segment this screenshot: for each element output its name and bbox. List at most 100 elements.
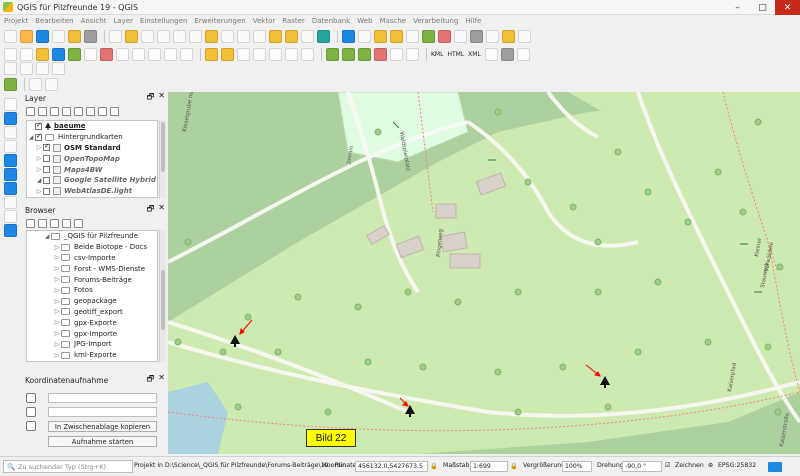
menu-hilfe[interactable]: Hilfe xyxy=(465,17,481,25)
minimize-button[interactable]: – xyxy=(725,0,750,15)
zoom-next-icon[interactable] xyxy=(253,29,266,43)
close-panel-icon[interactable]: ✕ xyxy=(158,203,165,217)
zoom-last-icon[interactable] xyxy=(237,29,250,43)
expand-arrow-icon[interactable]: ◢ xyxy=(27,134,35,141)
vertex-tool-icon[interactable] xyxy=(84,47,97,61)
plugin-j-icon[interactable] xyxy=(29,77,42,91)
browser-item[interactable]: ▷ geopackage xyxy=(53,296,157,307)
cut-features-icon[interactable] xyxy=(116,47,129,61)
zoom-native-icon[interactable] xyxy=(173,29,186,43)
menu-datenbank[interactable]: Datenbank xyxy=(312,17,350,25)
menu-raster[interactable]: Raster xyxy=(282,17,305,25)
add-wcs-icon[interactable] xyxy=(4,168,17,181)
label-tool-icon[interactable] xyxy=(205,47,218,61)
plugin-f-icon[interactable] xyxy=(406,47,419,61)
layer-row[interactable]: ▷ Maps4BW xyxy=(27,164,157,175)
collapse-all-icon[interactable] xyxy=(98,106,107,116)
export-icon[interactable] xyxy=(484,47,498,61)
add-raster-icon[interactable] xyxy=(20,61,33,75)
plugin-g-icon[interactable] xyxy=(500,47,514,61)
scale-lock-icon[interactable]: 🔒 xyxy=(430,462,438,470)
menu-verarbeitung[interactable]: Verarbeitung xyxy=(413,17,458,25)
paste-features-icon[interactable] xyxy=(148,47,161,61)
browser-item[interactable]: ▷ Forst - WMS-Dienste xyxy=(53,263,157,274)
rotation-field[interactable]: -90,0 ° xyxy=(622,461,662,472)
expand-arrow-icon[interactable]: ◢ xyxy=(43,233,51,240)
html-button[interactable]: HTML xyxy=(447,51,464,58)
layer-checkbox[interactable] xyxy=(43,142,50,152)
identify-icon[interactable] xyxy=(342,29,355,43)
browser-item[interactable]: ▷ Fotos xyxy=(53,285,157,296)
xml-button[interactable]: XML xyxy=(468,51,481,58)
scale-field[interactable]: 1:699 xyxy=(470,461,508,472)
text-annotation-icon[interactable] xyxy=(518,29,531,43)
filter-expression-icon[interactable] xyxy=(74,106,83,116)
copy-features-icon[interactable] xyxy=(132,47,145,61)
pan-icon[interactable] xyxy=(109,29,122,43)
add-virtual-icon[interactable] xyxy=(4,196,17,209)
expand-arrow-icon[interactable]: ▷ xyxy=(35,188,43,195)
menu-layer[interactable]: Layer xyxy=(113,17,133,25)
plugin-e-icon[interactable] xyxy=(390,47,403,61)
browser-item[interactable]: ▷ Beide Biotope - Docs xyxy=(53,242,157,253)
save-edits-icon[interactable] xyxy=(52,47,65,61)
capture-icon[interactable] xyxy=(26,420,36,431)
redo-icon[interactable] xyxy=(180,47,193,61)
messages-icon[interactable] xyxy=(768,462,782,472)
collapse-icon[interactable] xyxy=(62,218,71,228)
zoom-layer-icon[interactable] xyxy=(221,29,234,43)
add-layers-icon[interactable] xyxy=(38,218,47,228)
coord-field-2[interactable] xyxy=(48,407,157,417)
deselect-icon[interactable] xyxy=(406,29,419,43)
menu-projekt[interactable]: Projekt xyxy=(4,17,28,25)
expand-arrow-icon[interactable]: ▷ xyxy=(35,155,43,162)
menu-masche[interactable]: Masche xyxy=(380,17,407,25)
map-tips-icon[interactable] xyxy=(502,29,515,43)
layer-checkbox[interactable] xyxy=(35,121,42,130)
coordinate-field[interactable]: 456132.0,5427673.5 xyxy=(355,461,428,472)
menu-einstellungen[interactable]: Einstellungen xyxy=(140,17,187,25)
delete-selected-icon[interactable] xyxy=(100,47,113,61)
zoom-selection-icon[interactable] xyxy=(205,29,218,43)
layer-style-icon[interactable] xyxy=(26,106,35,116)
map-canvas[interactable]: Kieselgrube mit Ziegelbrock Waldspielpla… xyxy=(168,92,800,454)
close-button[interactable]: ✕ xyxy=(775,0,800,15)
pin-labels-icon[interactable] xyxy=(237,47,250,61)
layer-row[interactable]: ▷ OpenTopoMap xyxy=(27,153,157,164)
print-layout-icon[interactable] xyxy=(52,29,65,43)
close-panel-icon[interactable]: ✕ xyxy=(158,91,165,105)
crs-select-icon[interactable] xyxy=(26,392,36,403)
measure-icon[interactable] xyxy=(486,29,499,43)
add-mesh-icon[interactable] xyxy=(4,224,17,237)
properties-icon[interactable] xyxy=(74,218,83,228)
add-wms-icon[interactable] xyxy=(52,61,65,75)
magnify-field[interactable]: 100% xyxy=(562,461,592,472)
pan-to-selection-icon[interactable] xyxy=(125,29,138,43)
show-bookmarks-icon[interactable] xyxy=(301,29,314,43)
coord-field-1[interactable] xyxy=(48,393,157,403)
layer-checkbox[interactable] xyxy=(43,176,50,184)
float-icon[interactable]: 🗗 xyxy=(147,373,155,387)
browser-item[interactable]: ▷ gpx-Importe xyxy=(53,328,157,339)
select-value-icon[interactable] xyxy=(390,29,403,43)
add-vector-icon[interactable] xyxy=(4,61,17,75)
new-map-view-icon[interactable] xyxy=(269,29,282,43)
add-layer-icon[interactable] xyxy=(4,98,17,111)
magnify-lock-icon[interactable]: 🔒 xyxy=(510,462,518,470)
select-feature-icon[interactable] xyxy=(374,29,387,43)
save-project-icon[interactable] xyxy=(36,29,49,43)
add-postgis-icon[interactable] xyxy=(4,140,17,153)
new-temp-layer-icon[interactable] xyxy=(4,210,17,223)
browser-item[interactable]: ▷ kml-Exporte xyxy=(53,350,157,361)
layer-row[interactable]: ▷ OSM Standard xyxy=(27,142,157,154)
zoom-out-icon[interactable] xyxy=(157,29,170,43)
maximize-button[interactable]: □ xyxy=(750,0,775,15)
layer-checkbox[interactable] xyxy=(43,187,50,195)
menu-vektor[interactable]: Vektor xyxy=(253,17,276,25)
zoom-in-icon[interactable] xyxy=(141,29,154,43)
layer-checkbox[interactable] xyxy=(43,166,50,174)
digitize-icon[interactable] xyxy=(4,47,17,61)
start-capture-button[interactable]: Aufnahme starten xyxy=(48,436,157,447)
float-icon[interactable]: 🗗 xyxy=(147,203,155,217)
show-hide-labels-icon[interactable] xyxy=(253,47,266,61)
